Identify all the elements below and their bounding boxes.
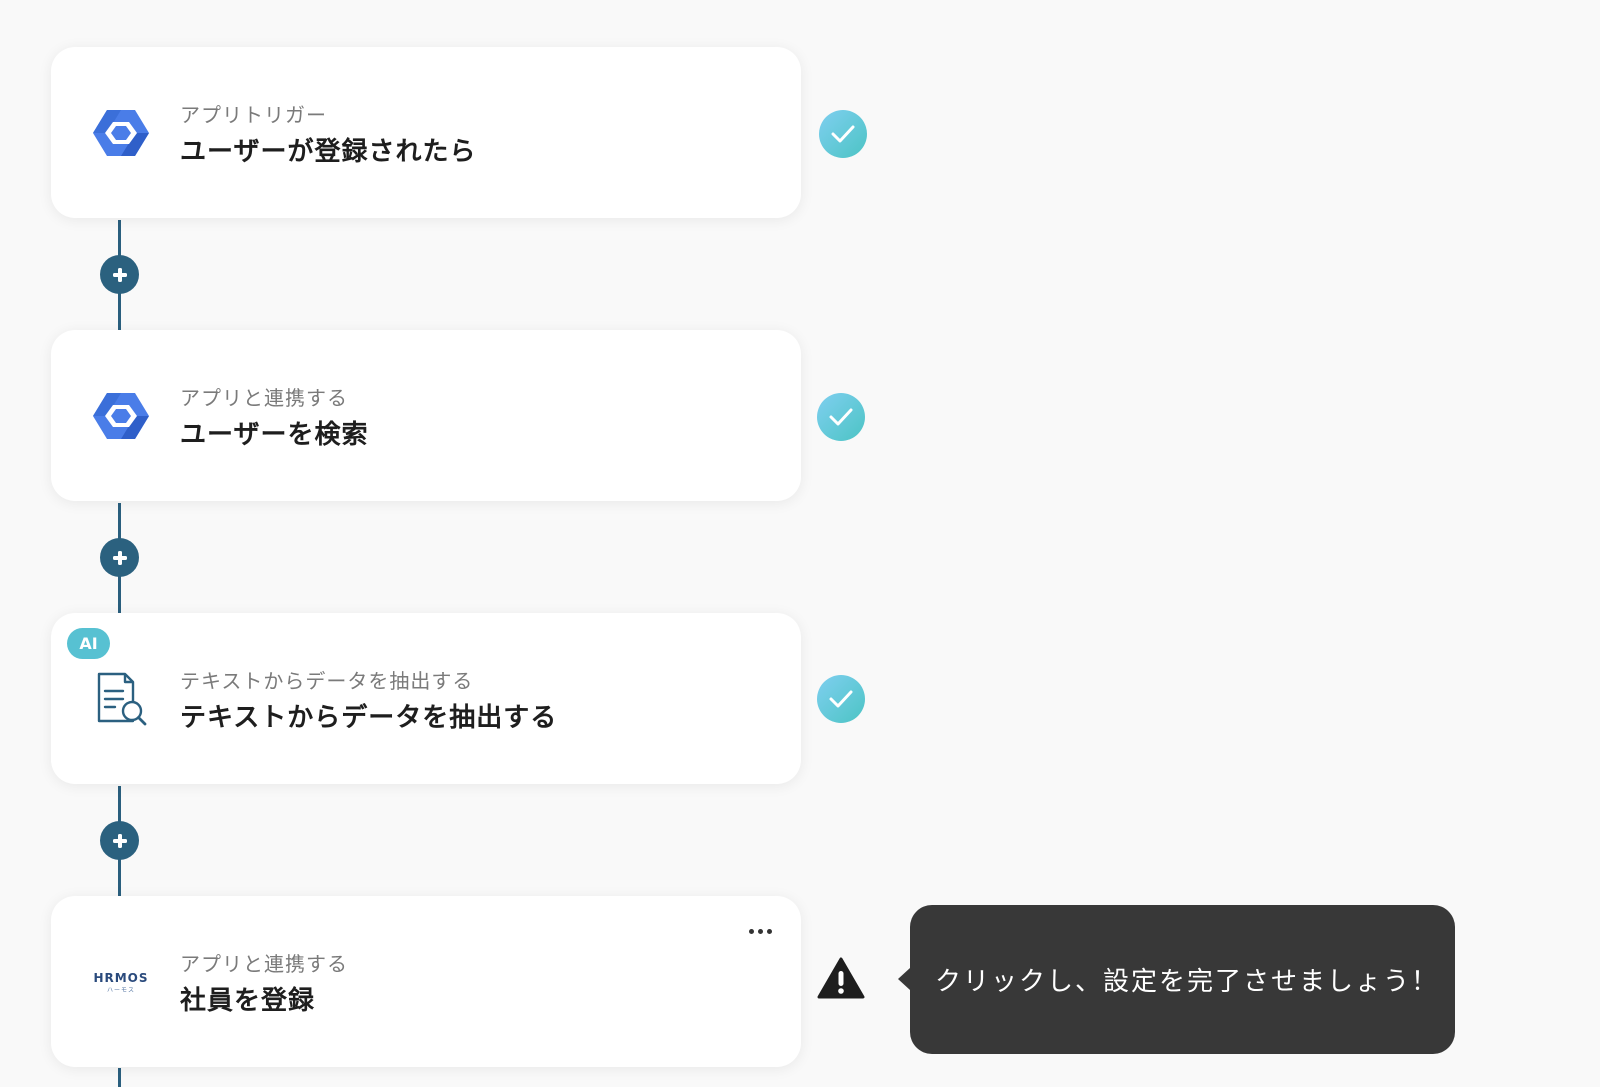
step-title: ユーザーを検索 [180,420,369,450]
plus-icon [112,267,127,282]
flow-canvas: アプリトリガー ユーザーが登録されたら アプリと連携する ユーザーを検索 AI [0,0,1600,1087]
connector-line [118,1068,121,1087]
hrmos-logo: HRMOS ハーモス [89,950,153,1014]
step-type-label: テキストからデータを抽出する [180,669,474,693]
ai-badge: AI [67,628,110,659]
flow-step-card[interactable]: AI テキストからデータを抽出する テキストからデータを抽出する [51,613,801,784]
step-complete-check [817,393,865,441]
step-type-label: アプリと連携する [180,386,348,410]
step-title: ユーザーが登録されたら [180,137,477,167]
plus-icon [112,833,127,848]
setup-tooltip: クリックし、設定を完了させましょう！ [898,905,1455,1054]
flow-step-card[interactable]: アプリトリガー ユーザーが登録されたら [51,47,801,218]
add-step-button[interactable] [100,538,139,577]
check-icon [831,125,855,143]
hrmos-logo-text: HRMOS [93,970,149,985]
more-options-button[interactable] [743,916,777,946]
add-step-button[interactable] [100,821,139,860]
hrmos-logo-subtext: ハーモス [106,986,135,994]
check-icon [829,690,853,708]
document-search-icon [89,667,153,731]
tooltip-text: クリックし、設定を完了させましょう！ [935,967,1440,997]
step-title: テキストからデータを抽出する [180,703,558,733]
dot [766,928,772,934]
flow-step-card[interactable]: アプリと連携する ユーザーを検索 [51,330,801,501]
step-type-label: アプリと連携する [180,952,348,976]
step-complete-check [817,675,865,723]
step-title: 社員を登録 [180,986,316,1016]
google-workspace-admin-icon [89,101,153,165]
step-type-label: アプリトリガー [180,103,327,127]
check-icon [829,408,853,426]
add-step-button[interactable] [100,255,139,294]
warning-icon[interactable] [817,956,865,1000]
google-workspace-admin-icon [89,384,153,448]
step-complete-check [819,110,867,158]
dot [748,928,754,934]
plus-icon [112,550,127,565]
flow-step-card[interactable]: HRMOS ハーモス アプリと連携する 社員を登録 [51,896,801,1067]
dot [757,928,763,934]
